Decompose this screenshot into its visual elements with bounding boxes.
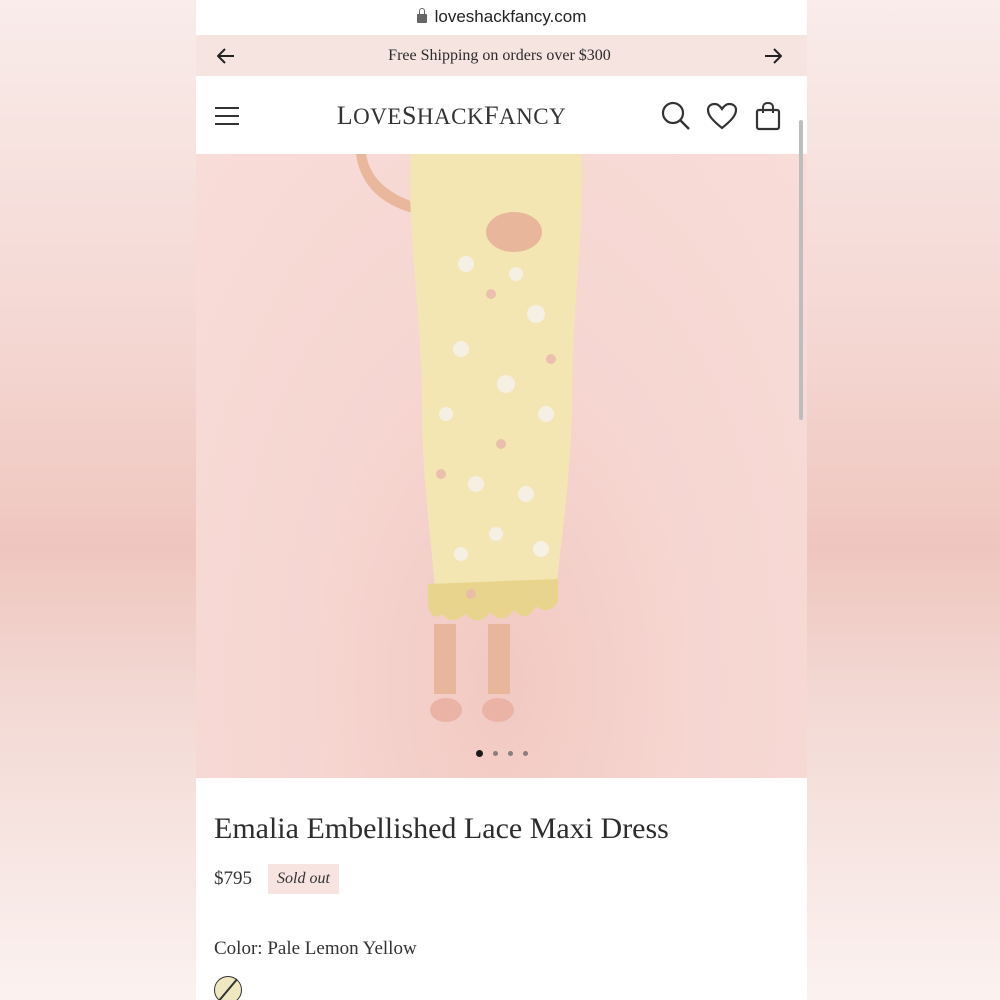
product-image[interactable]	[196, 154, 807, 778]
url-text: loveshackfancy.com	[434, 7, 587, 26]
background-right	[804, 0, 1000, 1000]
arrow-left-icon[interactable]	[216, 46, 236, 66]
color-swatch[interactable]	[214, 976, 242, 1000]
arrow-right-icon[interactable]	[763, 46, 783, 66]
search-icon[interactable]	[659, 99, 693, 133]
carousel-dot[interactable]	[507, 751, 513, 756]
address-bar[interactable]: loveshackfancy.com	[196, 0, 807, 34]
product-photo-illustration	[356, 154, 583, 722]
lock-icon	[416, 7, 427, 23]
sold-out-badge: Sold out	[268, 864, 339, 894]
price-row: $795 Sold out	[214, 864, 794, 894]
carousel-dot[interactable]	[492, 751, 498, 756]
product-info: Emalia Embellished Lace Maxi Dress $795 …	[214, 800, 794, 1000]
background-left	[0, 0, 196, 1000]
promo-banner: Free Shipping on orders over $300	[196, 35, 807, 76]
shopping-bag-icon[interactable]	[751, 99, 785, 133]
phone-screen: loveshackfancy.com Free Shipping on orde…	[196, 0, 807, 1000]
color-label: Color:	[214, 938, 263, 959]
promo-text: Free Shipping on orders over $300	[388, 46, 611, 64]
color-value: Pale Lemon Yellow	[267, 938, 417, 959]
heart-icon[interactable]	[705, 99, 739, 133]
carousel-dots	[196, 750, 807, 757]
header-actions	[659, 99, 785, 133]
brand-logo[interactable]: LOVESHACKFANCY	[337, 101, 566, 131]
scrollbar[interactable]	[799, 120, 803, 420]
product-title: Emalia Embellished Lace Maxi Dress	[214, 812, 669, 845]
product-price: $795	[214, 868, 252, 889]
color-row: Color: Pale Lemon Yellow	[214, 938, 794, 960]
carousel-dot[interactable]	[475, 750, 483, 757]
menu-icon[interactable]	[210, 99, 244, 133]
carousel-dot[interactable]	[522, 751, 528, 756]
site-header: LOVESHACKFANCY	[196, 77, 807, 154]
